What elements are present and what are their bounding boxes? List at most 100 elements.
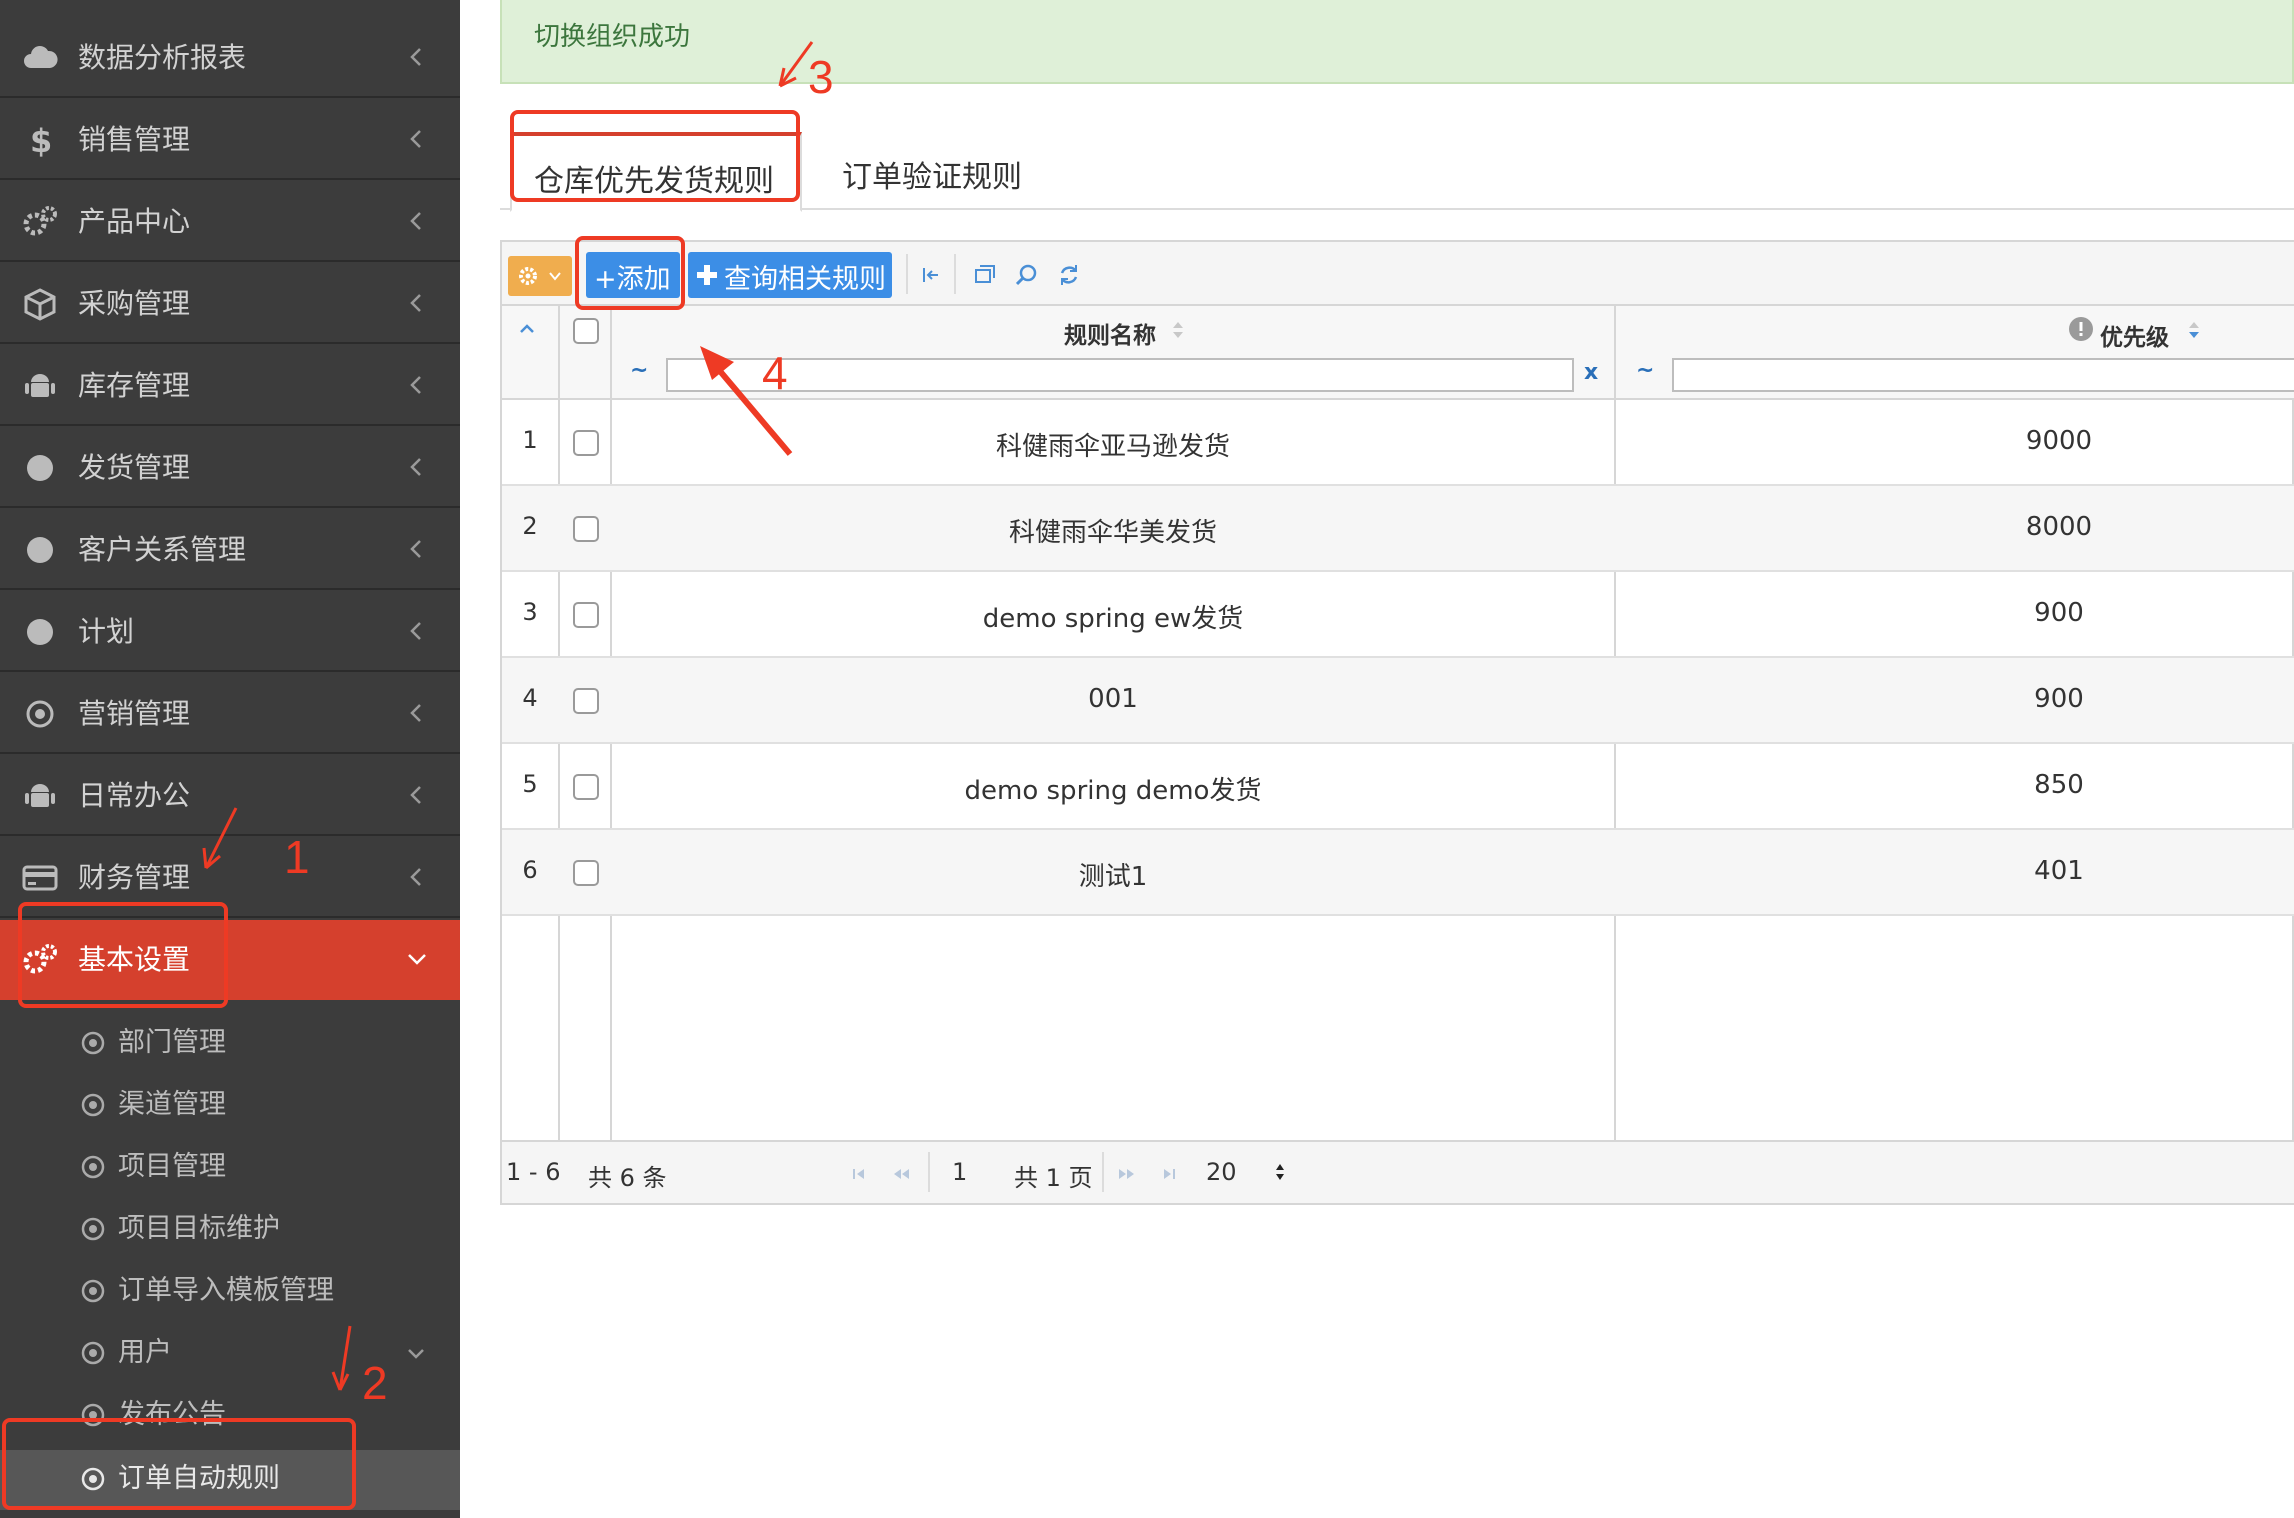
- submenu-item-channels[interactable]: 渠道管理: [0, 1076, 460, 1136]
- pager: 1 - 6 共 6 条 1 共 1 页 20: [502, 1140, 2294, 1203]
- menu-item-sales[interactable]: $ 销售管理: [0, 100, 460, 180]
- sort-icon[interactable]: [1170, 318, 1186, 342]
- view-window-icon[interactable]: [972, 262, 998, 288]
- circle-icon: [27, 619, 53, 645]
- prev-page-icon[interactable]: [890, 1166, 914, 1182]
- row-number: 1: [522, 426, 538, 454]
- last-page-icon[interactable]: [1154, 1166, 1178, 1182]
- menu-item-data-analysis[interactable]: 数据分析报表: [0, 18, 460, 98]
- row-checkbox[interactable]: [573, 602, 599, 628]
- alert-text: 切换组织成功: [534, 22, 691, 52]
- chevron-left-icon: [410, 540, 421, 558]
- menu-item-daily-office[interactable]: 日常办公: [0, 756, 460, 836]
- gears-icon: [23, 206, 57, 236]
- row-checkbox[interactable]: [573, 516, 599, 542]
- menu-item-crm[interactable]: 客户关系管理: [0, 510, 460, 590]
- menu-item-inventory[interactable]: 库存管理: [0, 346, 460, 426]
- dot-circle-icon: [81, 1155, 105, 1179]
- menu-label: 采购管理: [78, 287, 191, 320]
- priority-filter-input[interactable]: [1672, 358, 2294, 392]
- filter-prefix: ~: [1636, 358, 1655, 383]
- menu-item-products[interactable]: 产品中心: [0, 182, 460, 262]
- priority-cell: 900: [2034, 598, 2084, 628]
- tab-order-validation-rules[interactable]: 订单验证规则: [830, 132, 1050, 212]
- record-total: 共 6 条: [588, 1164, 667, 1192]
- submenu-item-project-targets[interactable]: 项目目标维护: [0, 1200, 460, 1260]
- chevron-down-icon: [408, 954, 426, 965]
- plus-icon: [697, 265, 717, 285]
- menu-label: 计划: [78, 615, 135, 648]
- first-column-icon[interactable]: [918, 262, 944, 288]
- rule-name-cell: demo spring ew发货: [982, 604, 1244, 634]
- select-all-checkbox[interactable]: [573, 318, 599, 344]
- menu-item-shipping[interactable]: 发货管理: [0, 428, 460, 508]
- select-arrows-icon[interactable]: [1274, 1160, 1286, 1184]
- column-header-priority[interactable]: 优先级: [2100, 318, 2169, 352]
- row-number: 6: [522, 856, 538, 884]
- collapse-up-icon[interactable]: [518, 322, 536, 336]
- menu-item-purchasing[interactable]: 采购管理: [0, 264, 460, 344]
- total-pages: 共 1 页: [1014, 1164, 1093, 1192]
- submenu-item-users[interactable]: 用户: [0, 1324, 460, 1384]
- menu-label: 客户关系管理: [78, 533, 247, 566]
- search-icon[interactable]: [1014, 262, 1040, 288]
- svg-text:$: $: [30, 122, 52, 158]
- annotation-box-3: [510, 110, 800, 202]
- row-number: 4: [522, 684, 538, 712]
- row-checkbox[interactable]: [573, 774, 599, 800]
- toolbar-separator: [954, 254, 956, 294]
- annotation-number-2: 2: [362, 1357, 388, 1409]
- table-row[interactable]: 1 科健雨伞亚马逊发货 9000: [502, 400, 2294, 486]
- submenu-label: 渠道管理: [118, 1089, 226, 1120]
- row-number: 5: [522, 770, 538, 798]
- current-page[interactable]: 1: [952, 1158, 967, 1186]
- row-checkbox[interactable]: [573, 860, 599, 886]
- success-alert: 切换组织成功: [500, 0, 2294, 84]
- rule-name-cell: 测试1: [1078, 862, 1148, 892]
- row-checkbox[interactable]: [573, 430, 599, 456]
- rule-name-filter-input[interactable]: [666, 358, 1574, 392]
- table-row[interactable]: 5 demo spring demo发货 850: [502, 744, 2294, 830]
- submenu-item-departments[interactable]: 部门管理: [0, 1014, 460, 1074]
- first-page-icon[interactable]: [850, 1166, 874, 1182]
- chevron-left-icon: [410, 786, 421, 804]
- submenu-label: 部门管理: [118, 1027, 226, 1058]
- caret-down-icon: [549, 272, 561, 281]
- menu-label: 销售管理: [78, 123, 191, 156]
- annotation-box-4: [575, 236, 685, 310]
- chevron-left-icon: [410, 868, 421, 886]
- menu-label: 库存管理: [78, 369, 191, 402]
- row-number: 2: [522, 512, 538, 540]
- table-row[interactable]: 3 demo spring ew发货 900: [502, 572, 2294, 658]
- sort-desc-icon[interactable]: [2186, 318, 2202, 342]
- query-related-rules-button[interactable]: 查询相关规则: [688, 252, 892, 298]
- refresh-icon[interactable]: [1056, 262, 1082, 288]
- column-header-rule-name[interactable]: 规则名称: [1064, 316, 1156, 350]
- page-size-select[interactable]: 20: [1206, 1158, 1237, 1186]
- annotation-number-1: 1: [284, 831, 310, 883]
- dollar-icon: $: [30, 122, 52, 158]
- menu-label: 产品中心: [78, 205, 191, 238]
- next-page-icon[interactable]: [1114, 1166, 1138, 1182]
- submenu-item-projects[interactable]: 项目管理: [0, 1138, 460, 1198]
- dot-circle-icon: [81, 1217, 105, 1241]
- settings-dropdown-button[interactable]: [508, 256, 572, 296]
- chevron-left-icon: [410, 130, 421, 148]
- table-row[interactable]: 4 001 900: [502, 658, 2294, 744]
- menu-item-plan[interactable]: 计划: [0, 592, 460, 672]
- dot-circle-icon: [81, 1093, 105, 1117]
- priority-cell: 900: [2034, 684, 2084, 714]
- rule-name-cell: demo spring demo发货: [964, 776, 1262, 806]
- table-row[interactable]: 2 科健雨伞华美发货 8000: [502, 486, 2294, 572]
- priority-cell: 8000: [2025, 512, 2093, 542]
- rule-name-cell: 科健雨伞亚马逊发货: [995, 432, 1230, 462]
- row-checkbox[interactable]: [573, 688, 599, 714]
- priority-cell: 850: [2034, 770, 2084, 800]
- submenu-item-order-import-templates[interactable]: 订单导入模板管理: [0, 1262, 460, 1322]
- clear-filter-button[interactable]: x: [1584, 360, 1598, 385]
- chevron-left-icon: [410, 622, 421, 640]
- android-icon: [25, 374, 55, 397]
- menu-item-marketing[interactable]: 营销管理: [0, 674, 460, 754]
- table-row[interactable]: 6 测试1 401: [502, 830, 2294, 916]
- gear-icon: [519, 267, 537, 285]
